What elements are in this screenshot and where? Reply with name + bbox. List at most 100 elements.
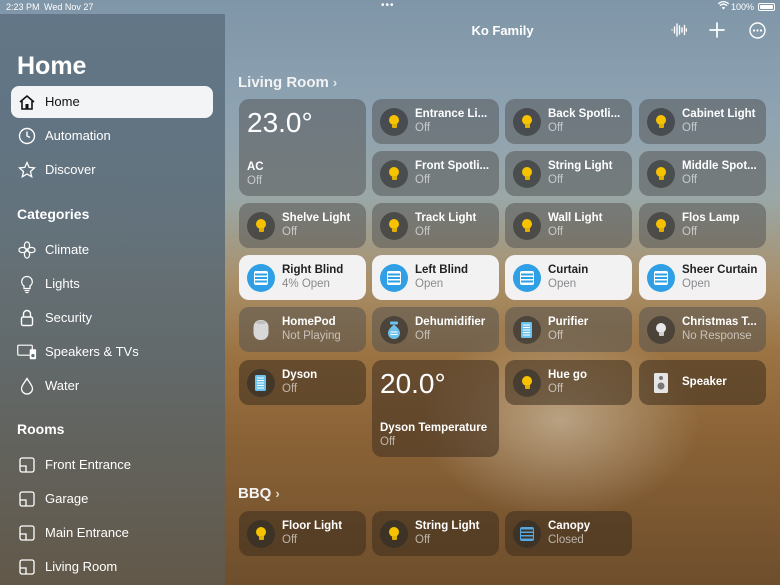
accessory-tile[interactable]: Curtain Open (505, 255, 632, 300)
sidebar-item-water[interactable]: Water (11, 370, 213, 402)
accessory-tile[interactable]: Flos Lamp Off (639, 203, 766, 248)
accessory-tile[interactable]: Track Light Off (372, 203, 499, 248)
tile-name: Canopy (548, 520, 591, 532)
sidebar-item-living-room[interactable]: Living Room (11, 551, 213, 583)
accessory-tile[interactable]: Sheer Curtain Open (639, 255, 766, 300)
lightbulb-icon (380, 108, 408, 136)
accessory-tile[interactable]: Floor Light Off (239, 511, 366, 556)
purifier-icon (247, 369, 275, 397)
accessory-tile[interactable]: Canopy Closed (505, 511, 632, 556)
tile-status: No Response (682, 330, 752, 342)
chevron-right-icon: › (332, 75, 338, 90)
accessory-tile[interactable]: Right Blind 4% Open (239, 255, 366, 300)
lightbulb-icon (17, 274, 37, 294)
tile-name: Christmas T... (682, 316, 757, 328)
status-date: Wed Nov 27 (44, 2, 94, 12)
tile-name: Left Blind (415, 264, 469, 276)
tile-name: HomePod (282, 316, 336, 328)
water-drop-icon (17, 376, 37, 396)
accessory-tile[interactable]: Entrance Li... Off (372, 99, 499, 144)
sidebar-item-security[interactable]: Security (11, 302, 213, 334)
tile-name: Dehumidifier (415, 316, 486, 328)
accessory-tile[interactable]: String Light Off (372, 511, 499, 556)
accessory-tile[interactable]: Middle Spot... Off (639, 151, 766, 196)
lock-icon (17, 308, 37, 328)
accessory-tile[interactable]: Dehumidifier Off (372, 307, 499, 352)
tile-status: Off (415, 534, 431, 546)
sidebar-item-front-entrance[interactable]: Front Entrance (11, 449, 213, 481)
add-icon[interactable] (708, 21, 726, 39)
dyson-temperature-name: Dyson Temperature (380, 422, 488, 434)
accessory-tile[interactable]: Speaker (639, 360, 766, 405)
dyson-temperature-tile[interactable]: 20.0° Dyson Temperature Off (372, 360, 499, 457)
chevron-right-icon: › (275, 486, 280, 501)
sidebar-item-home[interactable]: Home (11, 86, 213, 118)
sidebar-item-lights[interactable]: Lights (11, 268, 213, 300)
accessory-tile[interactable]: Wall Light Off (505, 203, 632, 248)
battery-icon (758, 3, 775, 11)
status-time: 2:23 PM (6, 2, 40, 12)
room-icon (17, 523, 37, 543)
tile-name: Speaker (682, 376, 727, 388)
tile-name: Curtain (548, 264, 589, 276)
accessory-tile[interactable]: HomePod Not Playing (239, 307, 366, 352)
multitasking-dots-icon[interactable]: ••• (381, 0, 395, 11)
sidebar-item-garage[interactable]: Garage (11, 483, 213, 515)
room-icon (17, 557, 37, 577)
tile-name: Front Spotli... (415, 160, 490, 172)
lightbulb-icon (513, 212, 541, 240)
clock-icon (17, 126, 37, 146)
tile-status: Off (548, 383, 564, 395)
tile-status: Off (682, 226, 698, 238)
living-room-section-title[interactable]: Living Room › (238, 74, 337, 91)
battery-percent: 100% (731, 2, 755, 12)
sidebar-item-climate[interactable]: Climate (11, 234, 213, 266)
tile-status: Off (682, 122, 698, 134)
accessory-tile[interactable]: Cabinet Light Off (639, 99, 766, 144)
sidebar-item-main-entrance[interactable]: Main Entrance (11, 517, 213, 549)
accessory-tile[interactable]: Back Spotli... Off (505, 99, 632, 144)
intercom-waveform-icon[interactable] (670, 21, 688, 39)
lightbulb-icon (513, 160, 541, 188)
accessory-tile[interactable]: Left Blind Open (372, 255, 499, 300)
sidebar-item-speakers-tvs[interactable]: Speakers & TVs (11, 336, 213, 368)
tile-status: Off (282, 383, 298, 395)
accessory-tile[interactable]: Dyson Off (239, 360, 366, 405)
tile-status: Off (282, 226, 298, 238)
tile-name: Flos Lamp (682, 212, 740, 224)
accessory-tile[interactable]: Front Spotli... Off (372, 151, 499, 196)
accessory-tile[interactable]: Shelve Light Off (239, 203, 366, 248)
accessory-tile[interactable]: Hue go Off (505, 360, 632, 405)
lightbulb-icon (247, 212, 275, 240)
ac-name: AC (247, 161, 264, 173)
lightbulb-icon (380, 160, 408, 188)
accessory-tile[interactable]: Christmas T... No Response (639, 307, 766, 352)
sidebar-item-automation[interactable]: Automation (11, 120, 213, 152)
tile-name: Middle Spot... (682, 160, 757, 172)
accessory-tile[interactable]: String Light Off (505, 151, 632, 196)
purifier-icon (513, 316, 541, 344)
ac-status: Off (247, 175, 263, 187)
tile-status: Off (548, 330, 564, 342)
tile-name: Entrance Li... (415, 108, 488, 120)
tile-status: Not Playing (282, 330, 341, 342)
rooms-heading: Rooms (17, 421, 65, 437)
sidebar-item-discover[interactable]: Discover (11, 154, 213, 186)
sidebar-item-label: Security (45, 310, 92, 325)
canopy-blinds-icon (513, 520, 541, 548)
tile-status: Open (415, 278, 444, 290)
tile-name: String Light (548, 160, 613, 172)
tile-status: Off (415, 226, 431, 238)
tile-name: Floor Light (282, 520, 343, 532)
sidebar-item-label: Automation (45, 128, 111, 143)
ac-thermostat-tile[interactable]: 23.0° AC Off (239, 99, 366, 196)
tile-status: Off (282, 534, 298, 546)
blinds-icon (647, 264, 675, 292)
more-options-icon[interactable] (748, 21, 766, 39)
home-title[interactable]: Ko Family (440, 23, 565, 38)
bbq-section-title[interactable]: BBQ › (238, 485, 280, 502)
accessory-tile[interactable]: Purifier Off (505, 307, 632, 352)
dyson-temperature-status: Off (380, 436, 396, 448)
tile-status: Off (548, 122, 564, 134)
lightbulb-icon (513, 369, 541, 397)
